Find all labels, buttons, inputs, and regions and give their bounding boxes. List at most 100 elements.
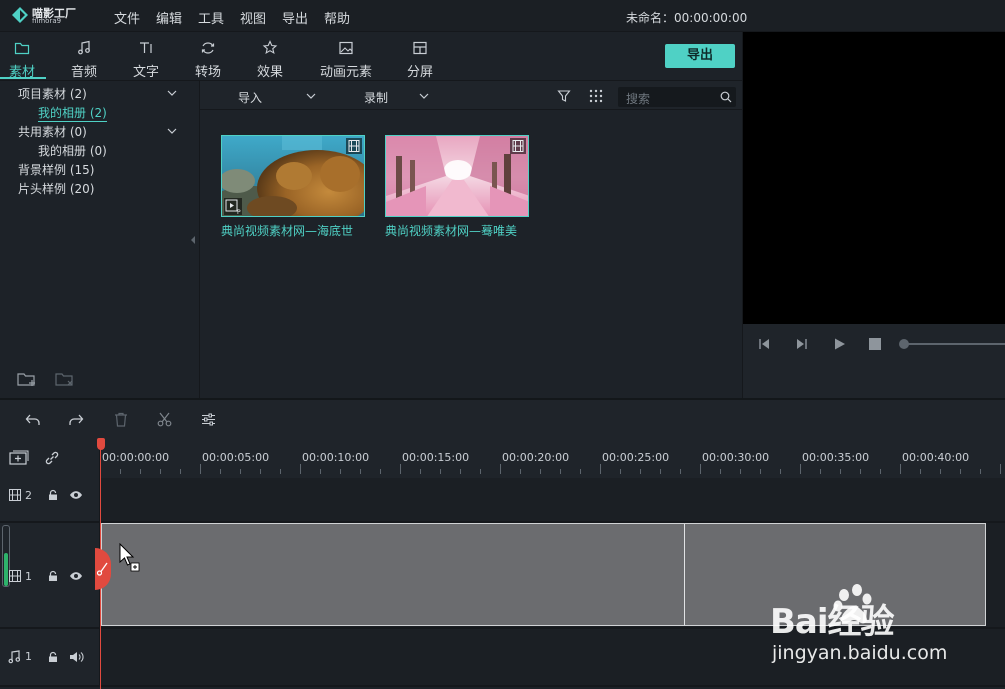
- tab-label: 转场: [194, 65, 221, 80]
- scissors-icon[interactable]: [157, 412, 172, 427]
- menu-export[interactable]: 导出: [282, 8, 308, 27]
- track-number: 1: [25, 570, 32, 583]
- ruler-minor-tick: [780, 469, 781, 474]
- underwater-coral-image: [222, 136, 364, 216]
- preview-progress-knob[interactable]: [899, 339, 909, 349]
- ruler-minor-tick: [340, 469, 341, 474]
- search-placeholder: 搜索: [626, 92, 651, 106]
- ruler-timecode: 00:00:35:00: [802, 451, 870, 464]
- tab-elements[interactable]: 动画元素: [314, 32, 378, 80]
- export-button[interactable]: 导出: [665, 44, 735, 68]
- search-input[interactable]: 搜索: [618, 87, 736, 107]
- ruler-minor-tick: [540, 469, 541, 474]
- ruler-minor-tick: [140, 469, 141, 474]
- lock-icon[interactable]: [47, 570, 59, 582]
- collapse-panel-icon[interactable]: [190, 236, 196, 244]
- eye-icon[interactable]: [69, 489, 83, 501]
- timeline-toolbar: [0, 398, 1005, 438]
- undo-icon[interactable]: [25, 413, 41, 427]
- redo-icon[interactable]: [68, 413, 84, 427]
- ruler-minor-tick: [880, 469, 881, 474]
- ruler-major-tick: [900, 464, 901, 474]
- ruler-minor-tick: [680, 469, 681, 474]
- prev-frame-icon[interactable]: [757, 337, 771, 351]
- link-icon[interactable]: [44, 450, 60, 466]
- tab-effects[interactable]: 效果: [240, 32, 300, 80]
- media-thumbnail-underwater[interactable]: P: [221, 135, 365, 217]
- filter-icon[interactable]: [557, 89, 571, 103]
- grid-view-icon[interactable]: [589, 89, 603, 103]
- chevron-down-icon[interactable]: [306, 93, 316, 99]
- chevron-down-icon[interactable]: [167, 90, 177, 96]
- adjust-icon[interactable]: [201, 412, 216, 427]
- preview-controls: [742, 324, 1005, 398]
- import-dropdown[interactable]: 导入: [238, 89, 262, 106]
- tab-transition[interactable]: 转场: [178, 32, 238, 80]
- delete-icon[interactable]: [114, 412, 128, 427]
- ruler-minor-tick: [180, 469, 181, 474]
- ruler-minor-tick: [740, 469, 741, 474]
- tree-my-album-selected[interactable]: 我的相册 (2): [38, 104, 107, 122]
- ruler-major-tick: [700, 464, 701, 474]
- film-strip-icon: [346, 138, 362, 154]
- app-logo: 喵影工厂 filmora9: [12, 4, 82, 28]
- ruler-minor-tick: [260, 469, 261, 474]
- tab-label: 文字: [132, 65, 159, 80]
- logo-en-text: filmora9: [32, 17, 62, 25]
- timeline-ruler[interactable]: 00:00:00:00 00:00:05:00 00:00:10:00 00:00:1…: [100, 438, 1005, 478]
- record-dropdown[interactable]: 录制: [364, 89, 388, 106]
- playhead-handle[interactable]: [97, 438, 105, 450]
- lock-icon[interactable]: [47, 651, 59, 663]
- chevron-down-icon[interactable]: [167, 128, 177, 134]
- speaker-icon[interactable]: [69, 651, 84, 663]
- tree-my-album-shared[interactable]: 我的相册 (0): [38, 142, 107, 159]
- eye-icon[interactable]: [69, 570, 83, 582]
- preview-progress-track[interactable]: [903, 343, 1005, 345]
- delete-folder-icon[interactable]: [55, 371, 75, 387]
- menu-file[interactable]: 文件: [114, 8, 140, 27]
- ruler-minor-tick: [240, 469, 241, 474]
- ruler-timecode: 00:00:25:00: [602, 451, 670, 464]
- next-frame-icon[interactable]: [795, 337, 809, 351]
- clip-boundary[interactable]: [684, 524, 685, 625]
- tab-media[interactable]: 素材: [0, 32, 52, 80]
- menu-tools[interactable]: 工具: [198, 8, 224, 27]
- chevron-down-icon[interactable]: [419, 93, 429, 99]
- music-note-icon: [78, 40, 90, 55]
- menu-edit[interactable]: 编辑: [156, 8, 182, 27]
- ruler-minor-tick: [380, 469, 381, 474]
- ruler-timecode: 00:00:40:00: [902, 451, 970, 464]
- tab-text[interactable]: 文字: [116, 32, 176, 80]
- track-header-video-2: 2: [0, 478, 100, 522]
- search-icon[interactable]: [720, 91, 732, 103]
- menu-bar: 喵影工厂 filmora9 文件 编辑 工具 视图 导出 帮助 未命名：00:0…: [0, 0, 1005, 32]
- add-track-icon[interactable]: [9, 450, 29, 466]
- media-grid: P 典尚视频素材网—海底世 典尚视频素材网—蓦唯美: [200, 110, 742, 398]
- film-strip-icon: [9, 570, 21, 582]
- track-number: 1: [25, 650, 32, 663]
- tree-shared-media[interactable]: 共用素材 (0): [18, 123, 87, 140]
- split-screen-icon: [413, 41, 427, 55]
- new-folder-icon[interactable]: [17, 371, 37, 387]
- effects-icon: [262, 40, 278, 55]
- tree-background-samples[interactable]: 背景样例 (15): [18, 161, 94, 178]
- tree-project-media[interactable]: 项目素材 (2): [18, 85, 87, 102]
- tree-intro-samples[interactable]: 片头样例 (20): [18, 180, 94, 197]
- track-video-2[interactable]: [100, 478, 1005, 522]
- ruler-major-tick: [300, 464, 301, 474]
- ruler-minor-tick: [920, 469, 921, 474]
- video-clip-icon: P: [224, 198, 242, 216]
- media-caption: 典尚视频素材网—海底世: [221, 224, 354, 238]
- play-icon[interactable]: [833, 337, 847, 351]
- menu-view[interactable]: 视图: [240, 8, 266, 27]
- ruler-minor-tick: [580, 469, 581, 474]
- tab-split-screen[interactable]: 分屏: [390, 32, 450, 80]
- folder-icon: [14, 42, 30, 55]
- tab-audio[interactable]: 音频: [54, 32, 114, 80]
- menu-help[interactable]: 帮助: [324, 8, 350, 27]
- stop-icon[interactable]: [869, 338, 881, 350]
- ruler-minor-tick: [520, 469, 521, 474]
- media-thumbnail-cherry-blossom[interactable]: [385, 135, 529, 217]
- lock-icon[interactable]: [47, 489, 59, 501]
- ruler-minor-tick: [960, 469, 961, 474]
